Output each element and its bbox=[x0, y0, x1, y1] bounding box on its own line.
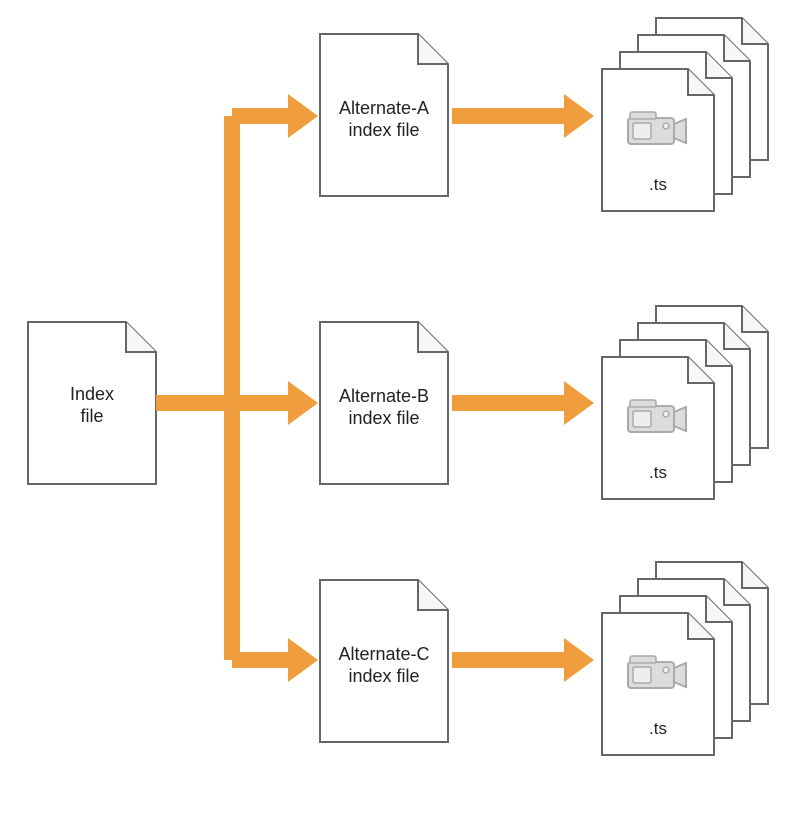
segment-arrows bbox=[452, 94, 594, 682]
diagram-canvas: Index file Alternate-A index file Alt bbox=[0, 0, 806, 816]
alt-a-label-line1: Alternate-A bbox=[339, 98, 429, 118]
root-label-line1: Index bbox=[70, 384, 114, 404]
root-index-file: Index file bbox=[28, 322, 156, 484]
alt-a-label-line2: index file bbox=[348, 120, 419, 140]
alternate-b-file: Alternate-B index file bbox=[320, 322, 448, 484]
alternate-a-file: Alternate-A index file bbox=[320, 34, 448, 196]
ts-ext-a: .ts bbox=[649, 175, 667, 194]
root-label-line2: file bbox=[80, 406, 103, 426]
segments-b: .ts bbox=[602, 306, 768, 499]
segments-a: .ts bbox=[602, 18, 768, 211]
alt-c-label-line1: Alternate-C bbox=[338, 644, 429, 664]
alt-b-label-line2: index file bbox=[348, 408, 419, 428]
segments-c: .ts bbox=[602, 562, 768, 755]
alt-b-label-line1: Alternate-B bbox=[339, 386, 429, 406]
ts-ext-b: .ts bbox=[649, 463, 667, 482]
branch-arrows bbox=[156, 94, 318, 682]
alternate-c-file: Alternate-C index file bbox=[320, 580, 448, 742]
alt-c-label-line2: index file bbox=[348, 666, 419, 686]
ts-ext-c: .ts bbox=[649, 719, 667, 738]
